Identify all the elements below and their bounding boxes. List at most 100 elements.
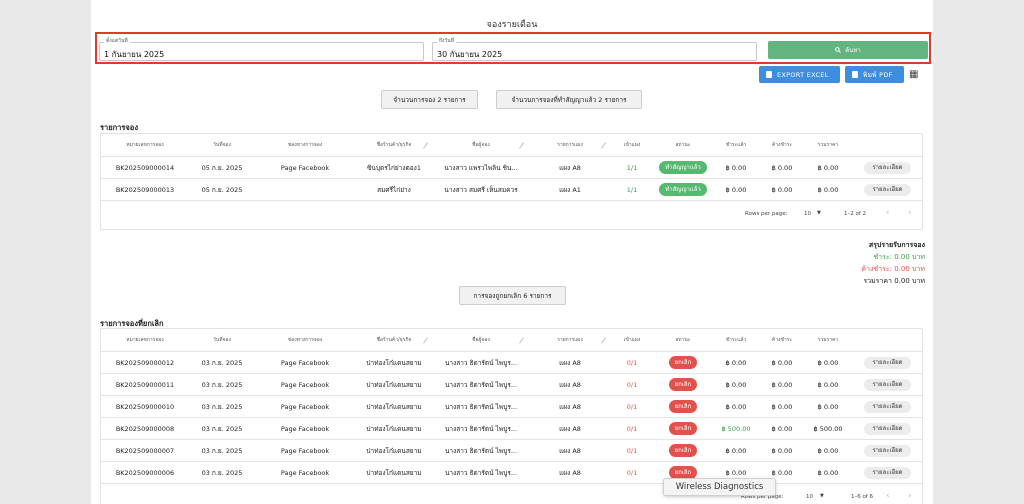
next-page-icon[interactable]: › <box>908 208 912 218</box>
table-row[interactable]: BK202509000008 03 ก.ย. 2025 Page Facebook ป… <box>101 418 922 440</box>
column-header[interactable]: สถานะ <box>653 329 713 351</box>
column-header[interactable]: เข้าแผง <box>611 329 653 351</box>
detail-button[interactable]: รายละเอียด <box>864 422 911 435</box>
cancelled-count-chip: การจองถูกยกเลิก 6 รายการ <box>459 286 566 305</box>
cell-name: นางสาว ธิดารัตน์ ไพบูร... <box>433 462 529 483</box>
rows-per-page-label: Rows per page: <box>745 211 788 217</box>
cell-enter: 0/1 <box>611 352 653 373</box>
detail-button[interactable]: รายละเอียด <box>864 466 911 479</box>
search-button[interactable]: ค้นหา <box>768 41 928 59</box>
cell-enter: 0/1 <box>611 440 653 461</box>
column-header[interactable]: ค้างชำระ <box>759 134 805 156</box>
table-row[interactable]: BK202509000010 03 ก.ย. 2025 Page Facebook ป… <box>101 396 922 418</box>
column-header[interactable]: ชำระแล้ว <box>713 329 759 351</box>
table-row[interactable]: BK202509000012 03 ก.ย. 2025 Page Facebook ป… <box>101 352 922 374</box>
column-header[interactable]: หมายเลขการจอง <box>101 329 189 351</box>
cell-text: ฿ 500.00 <box>721 424 751 433</box>
table-settings-icon[interactable]: ▦ <box>909 69 918 80</box>
column-header[interactable]: ชำระแล้ว <box>713 134 759 156</box>
cell-channel: Page Facebook <box>255 352 355 373</box>
prev-page-icon[interactable]: ‹ <box>886 208 890 218</box>
cell-date: 03 ก.ย. 2025 <box>189 462 255 483</box>
detail-button[interactable]: รายละเอียด <box>864 161 911 174</box>
column-header[interactable]: ชื่อผู้จอง <box>433 329 529 351</box>
cell-detail: รายละเอียด <box>851 440 924 461</box>
column-header[interactable]: ค้างชำระ <box>759 329 805 351</box>
column-header[interactable]: เข้าแผง <box>611 134 653 156</box>
cell-text: ฿ 0.00 <box>817 402 839 411</box>
cancelled-table: หมายเลขการจอง วันที่จอง ช่องทางการจอง ชื่อร… <box>100 328 923 504</box>
cell-status: ยกเลิก <box>653 352 713 373</box>
cell-id: BK202509000013 <box>101 179 189 200</box>
next-page-icon[interactable]: › <box>908 491 912 501</box>
cell-name: นางสาว สมศรี เห็นสมควร <box>433 179 529 200</box>
cell-text: 0/1 <box>626 358 638 367</box>
cell-text: 03 ก.ย. 2025 <box>201 424 243 433</box>
cell-text: นางสาว ธิดารัตน์ ไพบูร... <box>444 402 518 411</box>
table-row[interactable]: BK202509000007 03 ก.ย. 2025 Page Facebook ป… <box>101 440 922 462</box>
cell-name: นางสาว ธิดารัตน์ ไพบูร... <box>433 440 529 461</box>
cell-enter: 0/1 <box>611 462 653 483</box>
column-header[interactable]: ชื่อร้านค้า/ธุรกิจ <box>355 329 433 351</box>
cell-text: ฿ 0.00 <box>725 468 747 477</box>
detail-button[interactable]: รายละเอียด <box>864 183 911 196</box>
summary-title: สรุปรายรับการจอง <box>868 241 925 249</box>
cell-date: 05 ก.ย. 2025 <box>189 157 255 178</box>
column-header[interactable]: รวมราคา <box>805 134 851 156</box>
detail-button[interactable]: รายละเอียด <box>864 444 911 457</box>
cell-name: นางสาว ธิดารัตน์ ไพบูร... <box>433 374 529 395</box>
rows-per-page-select[interactable]: 10 <box>806 494 813 500</box>
cell-date: 03 ก.ย. 2025 <box>189 374 255 395</box>
cell-text: 0/1 <box>626 424 638 433</box>
rows-per-page-select[interactable]: 10 <box>804 211 811 217</box>
end-date-field[interactable]: ถึงวันที่ 30 กันยายน 2025 <box>432 38 757 61</box>
start-date-field[interactable]: ตั้งแต่วันที่ 1 กันยายน 2025 <box>99 38 424 61</box>
cell-text: ฿ 0.00 <box>725 402 747 411</box>
table-row[interactable]: BK202509000013 05 ก.ย. 2025 สมศรีไก่ย่าง นา… <box>101 179 922 201</box>
cell-detail: รายละเอียด <box>851 352 924 373</box>
cell-text: ฿ 0.00 <box>771 402 793 411</box>
column-header[interactable]: วันที่จอง <box>189 329 255 351</box>
cell-shop: ปาท่องโก๋แดนสยาม <box>355 352 433 373</box>
column-header[interactable]: รายการแผง <box>529 134 611 156</box>
cell-paid: ฿ 0.00 <box>713 440 759 461</box>
column-header[interactable]: ชื่อผู้จอง <box>433 134 529 156</box>
cell-channel: Page Facebook <box>255 462 355 483</box>
cell-detail: รายละเอียด <box>851 462 924 483</box>
cell-paid: ฿ 0.00 <box>713 374 759 395</box>
column-header[interactable]: ช่องทางการจอง <box>255 134 355 156</box>
cell-stall: แผง A1 <box>529 179 611 200</box>
column-header[interactable]: ช่องทางการจอง <box>255 329 355 351</box>
column-header[interactable]: วันที่จอง <box>189 134 255 156</box>
cell-total: ฿ 500.00 <box>805 418 851 439</box>
detail-button[interactable]: รายละเอียด <box>864 400 911 413</box>
cell-text: Page Facebook <box>280 402 330 411</box>
page: จองรายเดือน ตั้งแต่วันที่ 1 กันยายน 2025… <box>91 0 933 504</box>
column-header[interactable]: หมายเลขการจอง <box>101 134 189 156</box>
table-row[interactable]: BK202509000014 05 ก.ย. 2025 Page Facebook ซ… <box>101 157 922 179</box>
column-header[interactable]: รวมราคา <box>805 329 851 351</box>
column-header[interactable]: รายการแผง <box>529 329 611 351</box>
cell-text: ซินบุตรไก่ย่างตอง1 <box>367 163 421 172</box>
cell-text: ฿ 0.00 <box>725 380 747 389</box>
column-header[interactable]: สถานะ <box>653 134 713 156</box>
cell-channel <box>255 179 355 200</box>
cell-text: ฿ 0.00 <box>725 446 747 455</box>
print-pdf-button[interactable]: พิมพ์ PDF <box>845 66 904 83</box>
cell-date: 03 ก.ย. 2025 <box>189 440 255 461</box>
detail-button[interactable]: รายละเอียด <box>864 356 911 369</box>
cell-due: ฿ 0.00 <box>759 374 805 395</box>
end-date-label: ถึงวันที่ <box>437 38 456 45</box>
table-row[interactable]: BK202509000006 03 ก.ย. 2025 Page Facebook ป… <box>101 462 922 484</box>
cell-text: นางสาว ธิดารัตน์ ไพบูร... <box>444 446 518 455</box>
prev-page-icon[interactable]: ‹ <box>886 491 890 501</box>
table-footer: Rows per page: 10 ▼ 1–6 of 6 ‹ › <box>101 484 922 504</box>
detail-button[interactable]: รายละเอียด <box>864 378 911 391</box>
cell-stall: แผง A8 <box>529 352 611 373</box>
table-row[interactable]: BK202509000011 03 ก.ย. 2025 Page Facebook ป… <box>101 374 922 396</box>
cell-channel: Page Facebook <box>255 396 355 417</box>
cell-text: แผง A8 <box>559 380 581 389</box>
cell-text: ฿ 0.00 <box>725 185 747 194</box>
export-excel-button[interactable]: EXPORT EXCEL <box>759 66 840 83</box>
column-header[interactable]: ชื่อร้านค้า/ธุรกิจ <box>355 134 433 156</box>
